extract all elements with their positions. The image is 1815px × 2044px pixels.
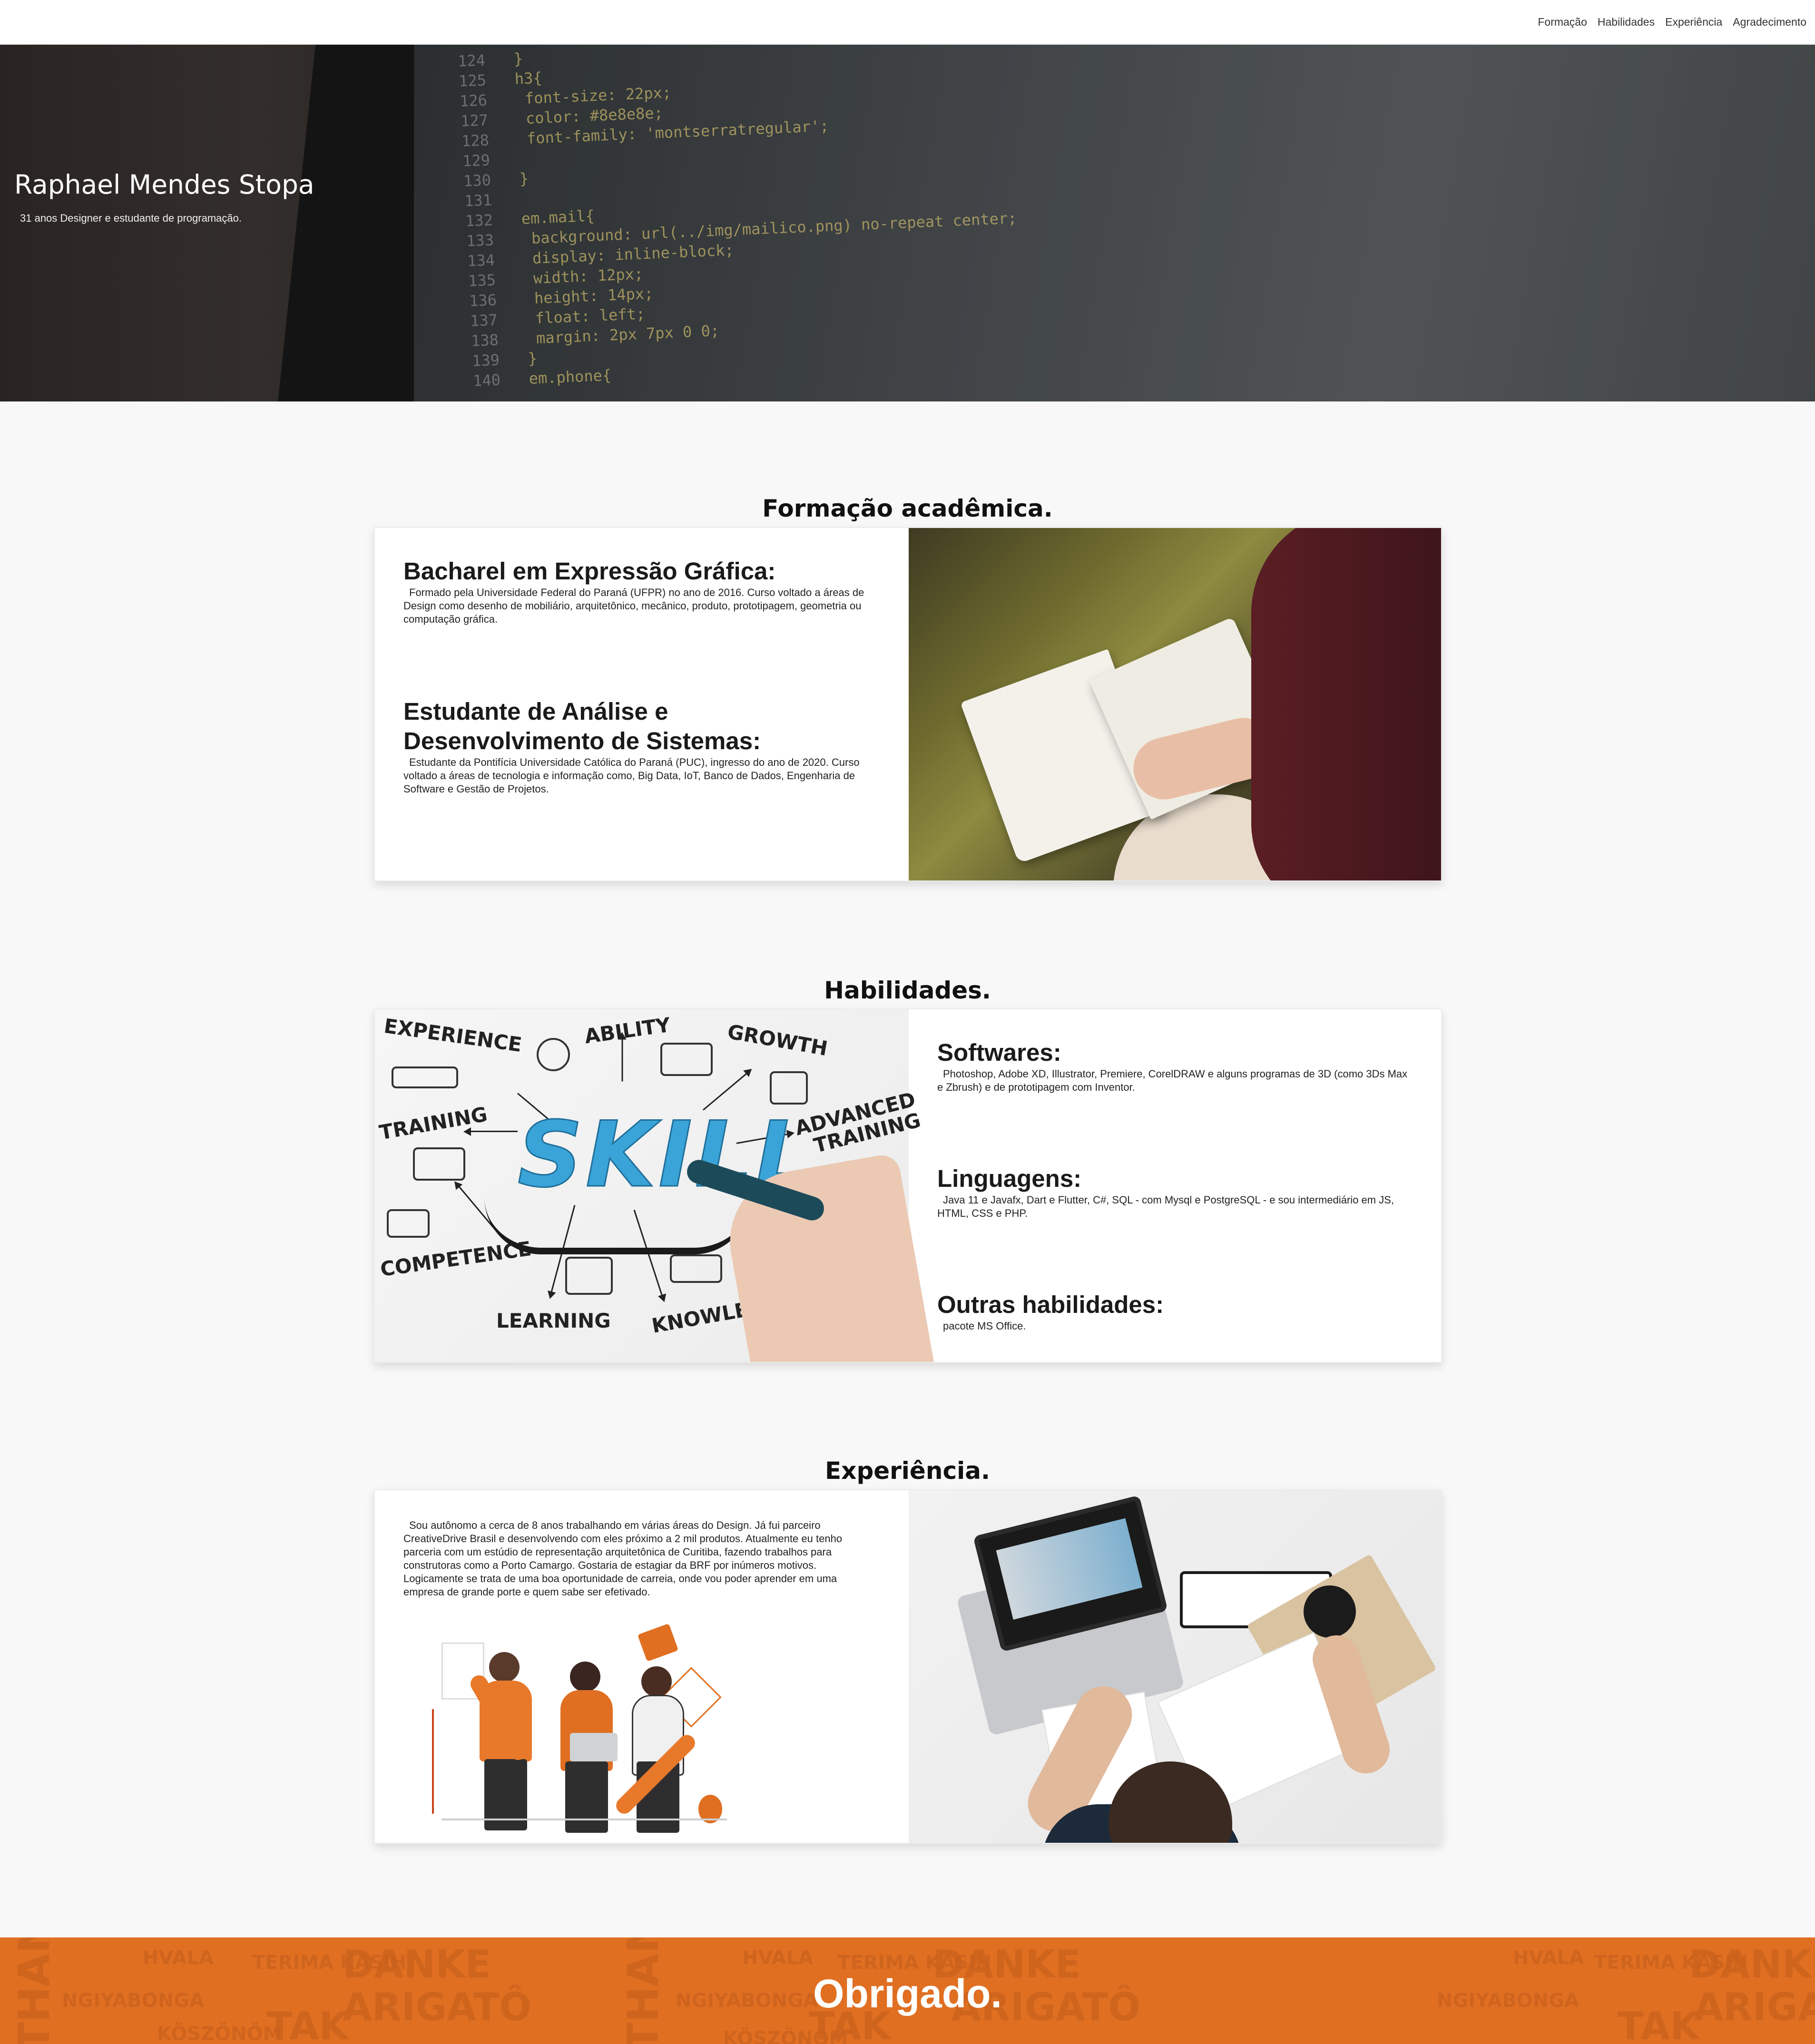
skill-item-outras: Outras habilidades: pacote MS Office. [937,1290,1413,1333]
arrow-icon [621,1034,623,1082]
footer-thanks-word: HVALA [143,1947,214,1969]
formacao-text-panel: Bacharel em Expressão Gráfica: Formado p… [375,528,909,880]
nav-link-agradecimento[interactable]: Agradecimento [1733,16,1806,29]
laptop-icon [570,1733,618,1761]
photo-camera-lens [1304,1585,1356,1638]
presentation-icon [413,1147,465,1181]
skill-item-heading: Outras habilidades: [937,1291,1164,1318]
hero-subtitle: 31 anos Designer e estudante de programa… [20,212,242,224]
formacao-item-bacharel: Bacharel em Expressão Gráfica: Formado p… [403,557,879,626]
rating-stars-icon [392,1066,458,1088]
footer-thanks-word: HVALA [742,1947,814,1969]
graduation-cap-icon [670,1254,722,1283]
skill-label-ability: ABILITY [583,1013,672,1048]
skill-label-learning: LEARNING [496,1309,611,1332]
footer-title: Obrigado. [813,1971,1002,2016]
experiencia-text: Sou autônomo a cerca de 8 anos trabalhan… [403,1519,843,1598]
formacao-card: Bacharel em Expressão Gráfica: Formado p… [374,527,1442,881]
heading-line-2: Desenvolvimento de Sistemas: [403,727,761,754]
skill-label-growth: GROWTH [726,1019,830,1061]
plant-icon [432,1709,451,1814]
skill-item-text: Photoshop, Adobe XD, Illustrator, Premie… [937,1068,1408,1093]
hero-name: Raphael Mendes Stopa [14,169,314,200]
formacao-item-heading: Estudante de Análise e Desenvolvimento d… [403,697,879,756]
footer-thanks-word: KÖSZÖNÖM [723,2028,848,2044]
skill-label-experience: EXPERIENCE [383,1014,523,1057]
section-title-experiencia: Experiência. [825,1457,990,1485]
footer-thanks-word: KÖSZÖNÖM [157,2023,282,2044]
section-title-formacao: Formação acadêmica. [762,495,1053,522]
skill-item-linguagens: Linguagens: Java 11 e Javafx, Dart e Flu… [937,1164,1413,1220]
skill-item-heading: Linguagens: [937,1165,1082,1192]
experiencia-text-panel: Sou autônomo a cerca de 8 anos trabalhan… [375,1490,909,1843]
skill-item-text: Java 11 e Javafx, Dart e Flutter, C#, SQ… [937,1194,1394,1219]
skill-underline-swoosh [484,1197,751,1254]
skill-item-text: pacote MS Office. [943,1320,1026,1332]
checklist-icon [770,1071,808,1105]
formacao-item-text: Formado pela Universidade Federal do Par… [403,587,864,625]
nav-link-formacao[interactable]: Formação [1538,16,1587,29]
habilidades-text-panel: Softwares: Photoshop, Adobe XD, Illustra… [909,1009,1441,1362]
formacao-item-heading: Bacharel em Expressão Gráfica: [403,557,776,585]
section-title-habilidades: Habilidades. [824,977,991,1004]
skill-item-softwares: Softwares: Photoshop, Adobe XD, Illustra… [937,1038,1413,1094]
top-navigation: Formação Habilidades Experiência Agradec… [0,0,1815,45]
ground-line [441,1819,727,1820]
team-illustration [432,1623,736,1842]
person-woman-laptop [560,1662,618,1833]
color-palette-icon [637,1623,679,1662]
desk-workspace-photo [909,1490,1441,1843]
footer-thanks: THANK YOUHVALATERIMA KASIHDANKEARIGATÔNG… [0,1937,1815,2044]
hero-overlay [0,45,1815,401]
arrow-icon [465,1131,518,1132]
heading-line-1: Estudante de Análise e [403,698,668,725]
footer-thanks-word: HVALA [1513,1947,1584,1969]
skill-item-heading: Softwares: [937,1039,1061,1066]
reading-book-photo [909,528,1441,880]
nav-link-experiencia[interactable]: Experiência [1665,16,1722,29]
habilidades-card: EXPERIENCE ABILITY GROWTH TRAINING ADVAN… [374,1008,1442,1363]
book-icon [565,1257,613,1295]
brain-head-icon [537,1038,570,1071]
photo-sleeve [1251,528,1441,880]
bar-chart-icon [660,1043,713,1076]
nav-link-habilidades[interactable]: Habilidades [1598,16,1655,29]
skill-illustration: EXPERIENCE ABILITY GROWTH TRAINING ADVAN… [375,1009,935,1362]
experiencia-card: Sou autônomo a cerca de 8 anos trabalhan… [374,1489,1442,1844]
formacao-item-ads: Estudante de Análise e Desenvolvimento d… [403,697,879,796]
skill-label-training: TRAINING [377,1102,490,1144]
handshake-icon [387,1209,430,1238]
hero-banner: 124} 125 h3{126 font-size: 22px; 127 color:… [0,45,1815,401]
formacao-item-text: Estudante da Pontifícia Universidade Cat… [403,756,860,795]
experiencia-description: Sou autônomo a cerca de 8 anos trabalhan… [403,1519,879,1599]
